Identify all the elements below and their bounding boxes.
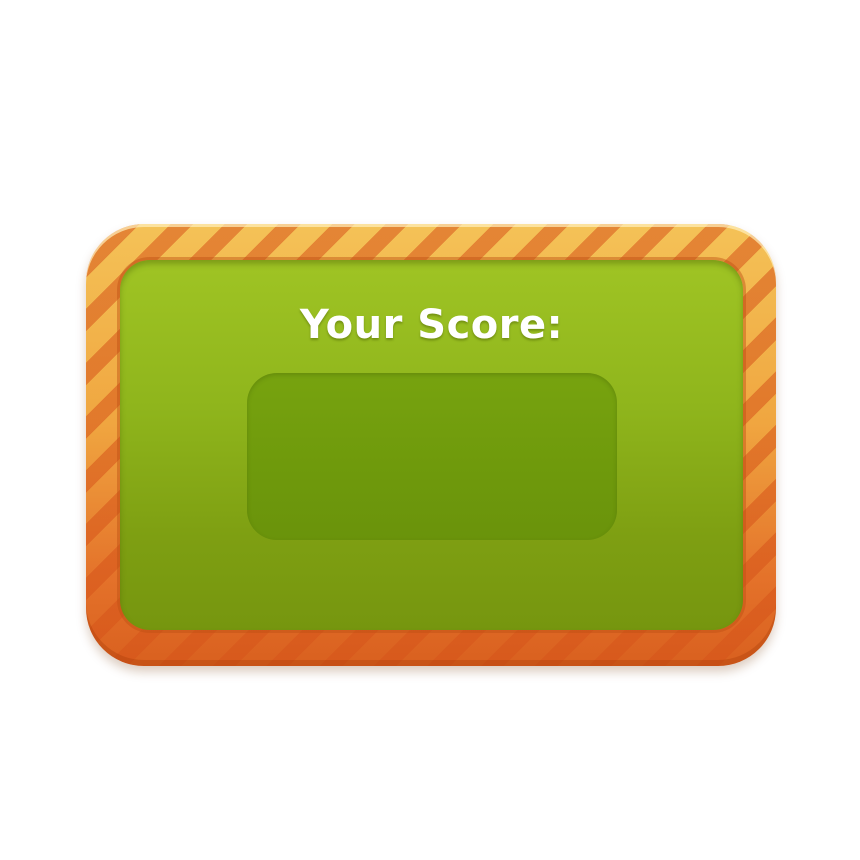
score-value	[247, 373, 617, 540]
game-stage: Your Score:	[0, 0, 860, 860]
score-title: Your Score:	[299, 302, 564, 348]
score-display-box	[247, 373, 617, 540]
